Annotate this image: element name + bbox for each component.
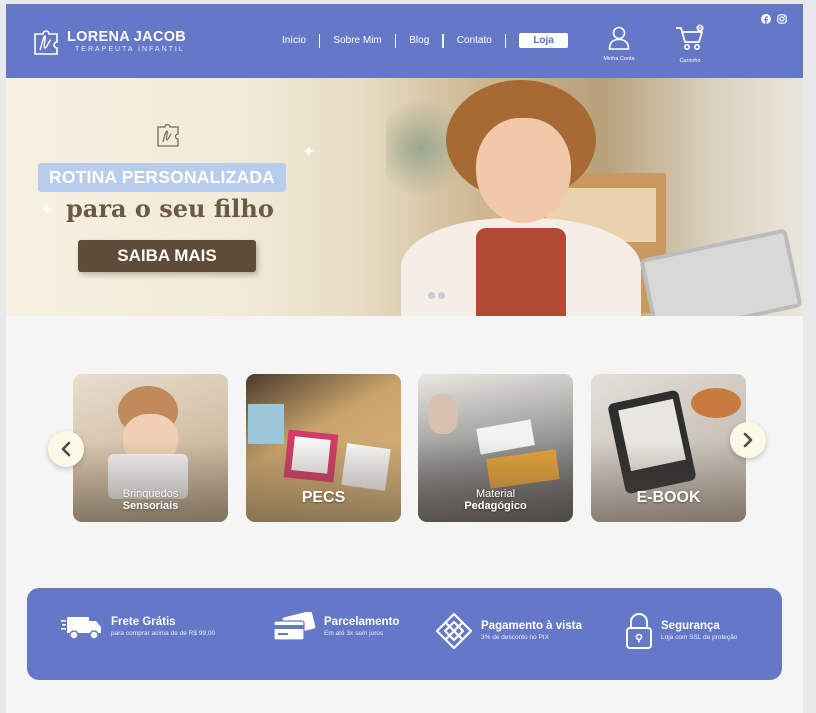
- card-photo: [248, 404, 284, 444]
- account-link[interactable]: Minha Conta: [599, 26, 639, 62]
- category-label: PECS: [301, 489, 346, 506]
- feature-frete: Frete Grátis para comprar acima de de R$…: [61, 612, 215, 642]
- hero-subtitle: para o seu filho: [66, 194, 274, 223]
- hero-child-image: [476, 118, 571, 223]
- nav-loja-button[interactable]: Loja: [519, 33, 568, 48]
- category-label: Brinquedos Sensoriais: [122, 488, 179, 512]
- category-card-material[interactable]: Material Pedagógico: [418, 374, 573, 522]
- slider-dot[interactable]: [438, 292, 445, 299]
- category-label: Material Pedagógico: [464, 488, 527, 512]
- user-icon: [608, 26, 630, 50]
- instagram-icon[interactable]: [777, 14, 787, 24]
- feature-subtitle: Em até 3x sem juros: [324, 630, 384, 637]
- hero-banner-title: ROTINA PERSONALIZADA: [38, 163, 286, 192]
- nav-contato[interactable]: Contato: [457, 35, 492, 46]
- feature-subtitle: para comprar acima de de R$ 99,00: [111, 630, 216, 637]
- puzzle-logo-icon: [34, 30, 58, 55]
- feature-title: Pagamento à vista: [481, 620, 582, 632]
- puzzle-icon: [157, 123, 179, 147]
- account-label: Minha Conta: [603, 56, 635, 62]
- category-label: E-BOOK: [636, 489, 701, 506]
- category-card-ebook[interactable]: E-BOOK: [591, 374, 746, 522]
- feature-seguranca: Segurança Loja com SSL de proteção: [625, 612, 737, 650]
- feature-parcelamento: Parcelamento Em até 3x sem juros: [272, 612, 399, 642]
- truck-icon: [61, 617, 101, 640]
- category-carousel: Brinquedos Sensoriais PECS Material Peda…: [6, 372, 803, 524]
- sparkle-icon: ✦: [302, 144, 316, 161]
- slider-dots: [418, 292, 445, 299]
- hero-plant-decor: [386, 88, 456, 208]
- hero-child-image: [476, 228, 566, 316]
- credit-card-icon: [273, 612, 316, 641]
- nav-divider: [442, 33, 444, 48]
- features-bar: Frete Grátis para comprar acima de de R$…: [27, 588, 782, 680]
- social-links: [761, 14, 787, 24]
- category-card-pecs[interactable]: PECS: [246, 374, 401, 522]
- chevron-left-icon: [61, 441, 71, 457]
- carousel-prev-button[interactable]: [48, 431, 84, 467]
- slider-dot[interactable]: [418, 292, 425, 299]
- cart-label: Carrinho: [679, 58, 701, 64]
- carousel-next-button[interactable]: [730, 422, 766, 458]
- lock-icon: [626, 613, 652, 649]
- chevron-right-icon: [743, 432, 753, 448]
- facebook-icon[interactable]: [761, 14, 771, 24]
- nav-sobre-mim[interactable]: Sobre Mim: [333, 35, 381, 46]
- hero-cta-button[interactable]: SAIBA MAIS: [78, 240, 256, 272]
- slider-dot[interactable]: [428, 292, 435, 299]
- cart-icon: 0: [676, 24, 704, 50]
- page: LORENA JACOB TERAPEUTA INFANTIL Início S…: [6, 4, 803, 713]
- nav-blog[interactable]: Blog: [409, 35, 429, 46]
- feature-pagamento: Pagamento à vista 3% de desconto no PIX: [435, 612, 582, 650]
- category-card-brinquedos[interactable]: Brinquedos Sensoriais: [73, 374, 228, 522]
- pix-icon: [435, 612, 473, 650]
- brand-tagline: TERAPEUTA INFANTIL: [75, 46, 185, 53]
- sparkle-icon: ✦: [40, 202, 54, 219]
- brand-name: LORENA JACOB: [67, 29, 187, 45]
- hero-slider: ✦ ✦ ROTINA PERSONALIZADA para o seu filh…: [6, 78, 803, 316]
- card-photo: [691, 388, 741, 418]
- brand-logo[interactable]: LORENA JACOB TERAPEUTA INFANTIL: [32, 28, 186, 56]
- nav-inicio[interactable]: Início: [282, 35, 306, 46]
- feature-title: Segurança: [661, 620, 720, 632]
- feature-subtitle: Loja com SSL de proteção: [661, 634, 738, 641]
- feature-title: Parcelamento: [324, 616, 400, 628]
- site-header: LORENA JACOB TERAPEUTA INFANTIL Início S…: [6, 4, 803, 78]
- nav-divider: [318, 33, 321, 48]
- feature-subtitle: 3% de desconto no PIX: [481, 634, 549, 641]
- main-nav: Início Sobre Mim Blog Contato Loja: [282, 33, 568, 48]
- cart-link[interactable]: 0 Carrinho: [670, 24, 710, 64]
- nav-divider: [394, 33, 397, 48]
- feature-title: Frete Grátis: [111, 616, 176, 628]
- nav-divider: [504, 33, 507, 48]
- card-photo: [428, 394, 458, 434]
